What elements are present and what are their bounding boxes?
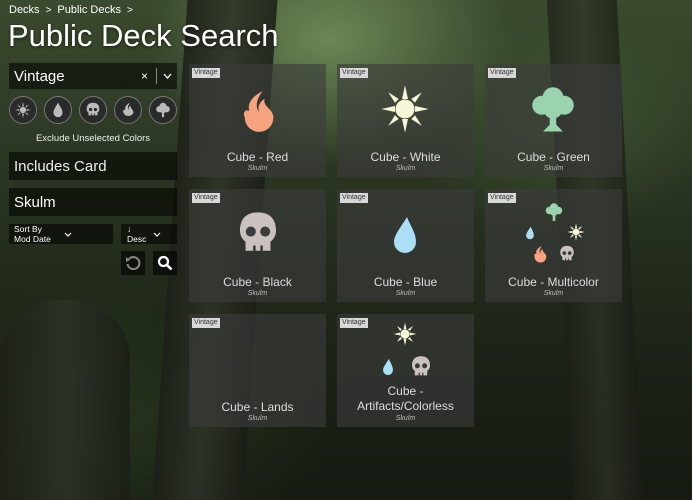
- sort-direction-value: ↓ Desc: [127, 224, 147, 244]
- sun-icon: [14, 101, 32, 119]
- sort-by-value: Sort By Mod Date: [14, 224, 51, 244]
- deck-card[interactable]: Vintage Cube - Black Skulm: [189, 189, 326, 302]
- deck-owner: Skulm: [247, 415, 268, 422]
- color-filter-row: [9, 96, 177, 124]
- deck-title: Cube - Multicolor: [508, 275, 599, 289]
- deck-card[interactable]: Vintage Cube - Multicolor Skulm: [485, 189, 622, 302]
- deck-card[interactable]: Vintage Cube - White Skulm: [337, 64, 474, 177]
- deck-title: Cube - Black: [223, 275, 292, 289]
- format-select[interactable]: Vintage ×: [9, 63, 177, 89]
- deck-title: Cube - White: [370, 150, 441, 164]
- tree-icon: [545, 203, 563, 221]
- color-toggle-black[interactable]: [79, 96, 107, 124]
- search-button[interactable]: [153, 251, 177, 275]
- deck-owner: Skulm: [395, 290, 416, 297]
- breadcrumb: Decks > Public Decks >: [9, 4, 133, 16]
- format-badge: Vintage: [488, 193, 516, 203]
- sun-icon: [381, 85, 429, 133]
- background-tree: [0, 300, 130, 500]
- sort-by-select[interactable]: Sort By Mod Date: [9, 224, 113, 244]
- sort-direction-select[interactable]: ↓ Desc: [121, 224, 177, 244]
- sun-icon: [393, 322, 417, 346]
- includes-card-placeholder: Includes Card: [14, 157, 107, 175]
- skull-icon: [412, 356, 430, 376]
- select-divider: [156, 68, 157, 84]
- tree-icon: [532, 87, 574, 132]
- deck-title: Cube - Blue: [373, 275, 438, 289]
- chevron-down-icon: [64, 230, 109, 239]
- deck-owner: Skulm: [395, 415, 416, 422]
- clear-icon[interactable]: ×: [141, 69, 148, 83]
- color-toggle-white[interactable]: [9, 96, 37, 124]
- format-badge: Vintage: [488, 68, 516, 78]
- page-title: Public Deck Search: [8, 18, 279, 53]
- deck-title: Cube - Artifacts/Colorless: [357, 384, 454, 413]
- deck-owner: Skulm: [247, 165, 268, 172]
- search-icon: [157, 255, 173, 271]
- color-toggle-green[interactable]: [149, 96, 177, 124]
- owner-input-value: Skulm: [14, 193, 56, 211]
- deck-card[interactable]: Vintage Cube - Blue Skulm: [337, 189, 474, 302]
- deck-card[interactable]: Vintage Cube - Lands Skulm: [189, 314, 326, 427]
- color-toggle-red[interactable]: [114, 96, 142, 124]
- includes-card-input[interactable]: Includes Card: [9, 152, 177, 180]
- skull-icon: [240, 212, 276, 251]
- format-badge: Vintage: [192, 318, 220, 328]
- tree-icon: [156, 102, 170, 118]
- water-drop-icon: [526, 226, 534, 240]
- breadcrumb-separator: >: [126, 4, 133, 16]
- reset-icon: [126, 256, 141, 271]
- color-toggle-blue[interactable]: [44, 96, 72, 124]
- format-badge: Vintage: [192, 68, 220, 78]
- chevron-down-icon[interactable]: [163, 71, 172, 82]
- sun-icon: [567, 223, 585, 241]
- skull-icon: [560, 245, 574, 261]
- reset-button[interactable]: [121, 251, 145, 275]
- breadcrumb-separator: >: [45, 4, 52, 16]
- deck-owner: Skulm: [543, 165, 564, 172]
- format-badge: Vintage: [340, 318, 368, 328]
- deck-title: Cube - Lands: [221, 400, 294, 414]
- deck-title: Cube - Green: [517, 150, 590, 164]
- skull-icon: [86, 102, 100, 116]
- deck-card[interactable]: Vintage Cube - Red Skulm: [189, 64, 326, 177]
- fire-icon: [534, 245, 547, 263]
- deck-card[interactable]: Vintage Cube - Artifacts/Colorless Skulm: [337, 314, 474, 427]
- chevron-down-icon: [153, 230, 173, 239]
- deck-owner: Skulm: [247, 290, 268, 297]
- water-drop-icon: [53, 102, 63, 118]
- breadcrumb-public-decks-link[interactable]: Public Decks: [57, 4, 121, 16]
- format-badge: Vintage: [192, 193, 220, 203]
- deck-owner: Skulm: [395, 165, 416, 172]
- format-badge: Vintage: [340, 193, 368, 203]
- water-drop-icon: [394, 217, 416, 253]
- fire-icon: [243, 91, 274, 132]
- deck-card[interactable]: Vintage Cube - Green Skulm: [485, 64, 622, 177]
- owner-input[interactable]: Skulm: [9, 188, 177, 216]
- format-select-value: Vintage: [14, 67, 65, 85]
- breadcrumb-decks-link[interactable]: Decks: [9, 4, 40, 16]
- exclude-unselected-colors-toggle[interactable]: Exclude Unselected Colors: [9, 133, 177, 144]
- deck-owner: Skulm: [543, 290, 564, 297]
- water-drop-icon: [383, 358, 393, 376]
- deck-title: Cube - Red: [226, 150, 289, 164]
- format-badge: Vintage: [340, 68, 368, 78]
- fire-icon: [123, 102, 134, 116]
